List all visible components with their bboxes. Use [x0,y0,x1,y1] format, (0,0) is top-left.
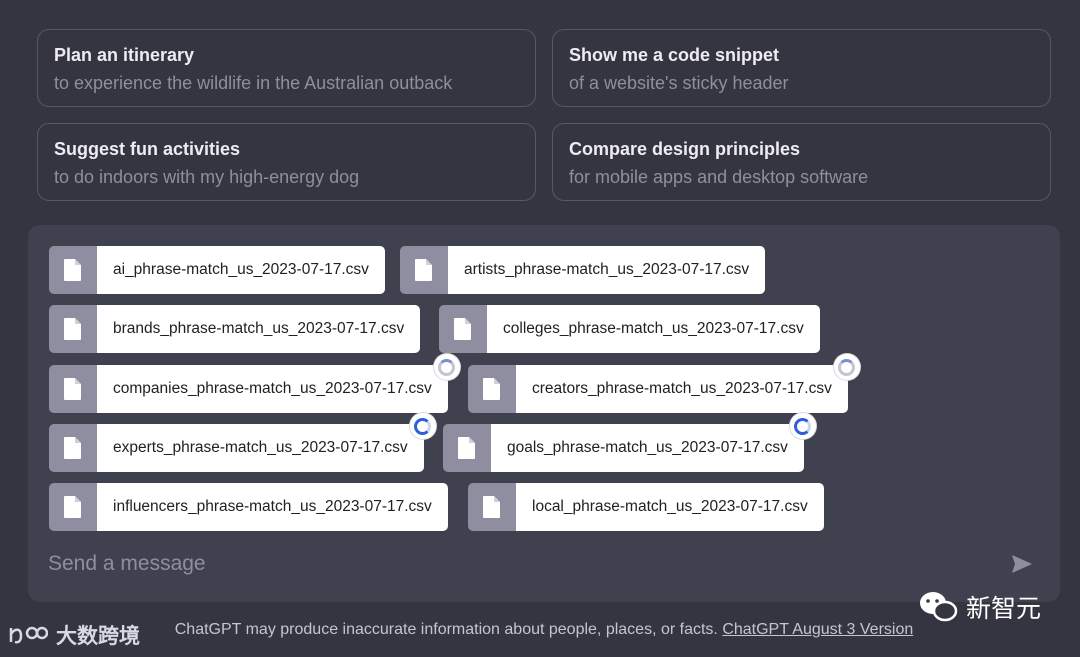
suggestion-card-itinerary[interactable]: Plan an itinerary to experience the wild… [37,29,536,107]
file-name: companies_phrase-match_us_2023-07-17.csv [97,365,448,413]
file-name: local_phrase-match_us_2023-07-17.csv [516,483,824,531]
file-icon [439,305,487,353]
file-chip[interactable]: brands_phrase-match_us_2023-07-17.csv [49,305,421,353]
suggestion-card-activities[interactable]: Suggest fun activities to do indoors wit… [37,123,536,201]
watermark-right: 新智元 [918,589,1041,625]
disclaimer-text: ChatGPT may produce inaccurate informati… [174,621,718,638]
file-name: colleges_phrase-match_us_2023-07-17.csv [487,305,820,353]
suggestion-title: Show me a code snippet [569,45,780,65]
file-icon [49,424,97,472]
suggestion-card-code-snippet[interactable]: Show me a code snippet of a website's st… [552,29,1051,107]
file-name: ai_phrase-match_us_2023-07-17.csv [97,246,385,294]
file-chip[interactable]: experts_phrase-match_us_2023-07-17.csv [49,413,436,472]
file-icon [468,483,516,531]
suggestion-card-design[interactable]: Compare design principles for mobile app… [552,123,1051,201]
file-name: experts_phrase-match_us_2023-07-17.csv [97,424,424,472]
suggestion-title: Plan an itinerary [54,45,195,65]
suggestion-title: Compare design principles [569,139,801,159]
file-icon [49,365,97,413]
suggestion-subtitle: to experience the wildlife in the Austra… [54,73,453,93]
file-chip[interactable]: colleges_phrase-match_us_2023-07-17.csv [439,305,820,353]
file-name: influencers_phrase-match_us_2023-07-17.c… [97,483,448,531]
file-icon [49,246,97,294]
suggestion-title: Suggest fun activities [54,139,241,159]
file-name: artists_phrase-match_us_2023-07-17.csv [448,246,766,294]
file-name: goals_phrase-match_us_2023-07-17.csv [491,424,804,472]
watermark-left: 大数跨境 [8,620,140,650]
file-icon [49,305,97,353]
file-chip[interactable]: creators_phrase-match_us_2023-07-17.csv [468,354,860,413]
file-icon [443,424,491,472]
message-input[interactable]: Send a message [48,552,206,576]
suggestion-subtitle: to do indoors with my high-energy dog [54,167,360,187]
wechat-icon [920,592,958,622]
file-chip[interactable]: goals_phrase-match_us_2023-07-17.csv [443,413,816,472]
file-chip[interactable]: artists_phrase-match_us_2023-07-17.csv [400,246,766,294]
file-chip[interactable]: local_phrase-match_us_2023-07-17.csv [468,483,824,531]
send-icon[interactable] [1010,552,1034,576]
watermark-left-text: 大数跨境 [56,625,140,648]
file-icon [49,483,97,531]
file-chip[interactable]: influencers_phrase-match_us_2023-07-17.c… [49,483,448,531]
upload-spinner-icon [433,354,460,380]
file-name: brands_phrase-match_us_2023-07-17.csv [97,305,421,353]
file-chip[interactable]: companies_phrase-match_us_2023-07-17.csv [49,354,460,413]
version-link[interactable]: ChatGPT August 3 Version [722,621,913,638]
suggestion-subtitle: of a website's sticky header [569,73,789,93]
file-icon [400,246,448,294]
suggestion-subtitle: for mobile apps and desktop software [569,167,869,187]
upload-spinner-icon [409,413,436,439]
upload-spinner-icon [789,413,816,439]
watermark-right-text: 新智元 [966,595,1042,623]
upload-spinner-icon [833,354,860,380]
file-icon [468,365,516,413]
file-chip[interactable]: ai_phrase-match_us_2023-07-17.csv [49,246,385,294]
file-name: creators_phrase-match_us_2023-07-17.csv [516,365,848,413]
watermark-logo-icon [9,626,48,644]
